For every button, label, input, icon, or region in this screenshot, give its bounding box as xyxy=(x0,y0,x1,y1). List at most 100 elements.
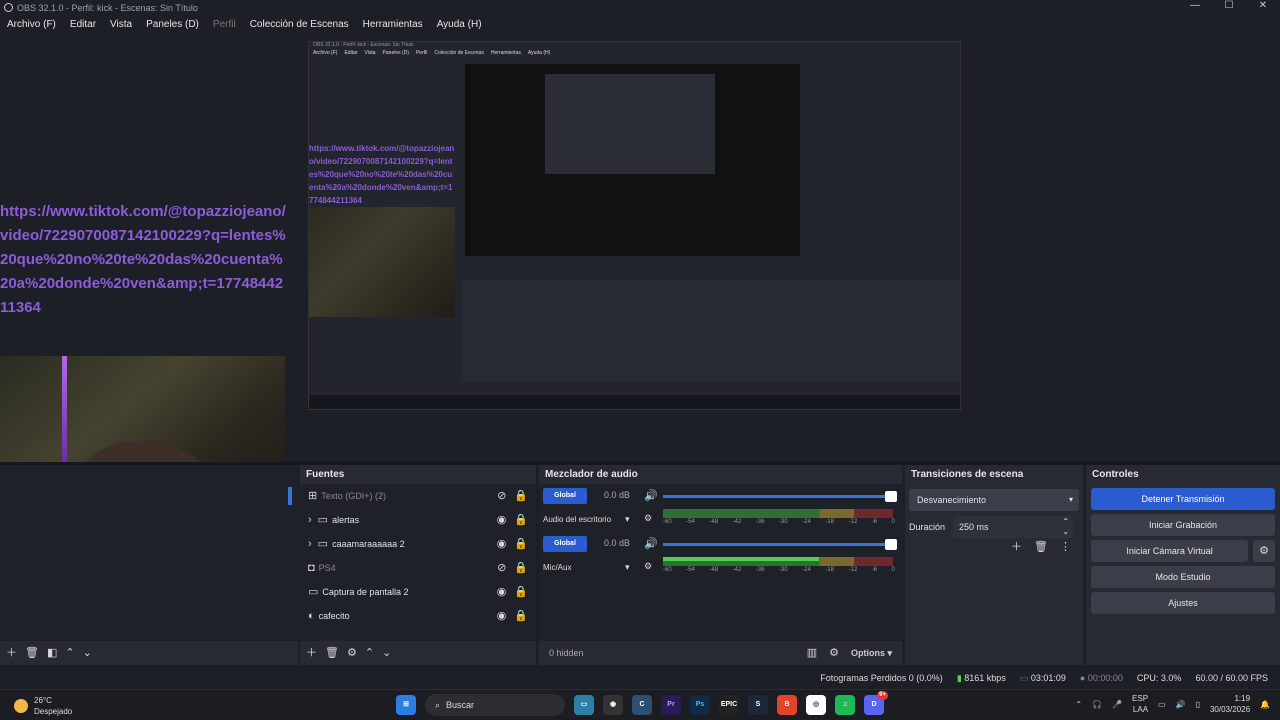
eye-icon[interactable]: ◉ xyxy=(497,514,507,526)
volume-icon[interactable]: 🔊 xyxy=(1176,700,1186,709)
notifications-icon[interactable]: 🔔 xyxy=(1260,700,1270,709)
photoshop-icon[interactable]: Ps xyxy=(690,695,710,715)
move-down-icon[interactable]: ⌄ xyxy=(382,647,391,659)
move-up-icon[interactable]: ⌃ xyxy=(365,647,374,659)
speaker-icon[interactable]: 🔊 xyxy=(644,539,658,550)
stop-stream-button[interactable]: Detener Transmisión xyxy=(1091,488,1275,510)
steam-icon[interactable]: S xyxy=(748,695,768,715)
eye-icon[interactable]: ◉ xyxy=(497,610,507,622)
transition-select[interactable]: Desvanecimiento ▾ xyxy=(909,489,1079,511)
volume-slider-handle[interactable] xyxy=(885,539,897,550)
source-item[interactable]: ⊞ Texto (GDI+) (2) ⊘ 🔒 xyxy=(300,484,536,508)
epic-games-icon[interactable]: EPIC xyxy=(719,695,739,715)
menu-archivo[interactable]: Archivo (F) xyxy=(7,19,56,30)
options-button[interactable]: Options ▾ xyxy=(851,648,892,659)
language-indicator[interactable]: ESP LAA xyxy=(1132,693,1148,715)
remove-transition-icon[interactable]: 🗑 xyxy=(1034,542,1048,553)
chevron-up-icon[interactable]: ⌃ xyxy=(1075,700,1082,709)
chevron-down-icon: ▾ xyxy=(1068,495,1073,504)
volume-slider[interactable] xyxy=(663,539,897,550)
menu-editar[interactable]: Editar xyxy=(70,19,96,30)
fps-status: 60.00 / 60.00 FPS xyxy=(1195,673,1268,683)
start-recording-button[interactable]: Iniciar Grabación xyxy=(1091,514,1275,536)
network-icon[interactable]: ▭ xyxy=(1158,700,1166,709)
cursor-app-icon[interactable]: C xyxy=(632,695,652,715)
monitor-icon: ▭ xyxy=(308,585,319,598)
controls-dock: Controles Detener Transmisión Iniciar Gr… xyxy=(1086,465,1280,665)
lock-icon[interactable]: 🔒 xyxy=(514,538,528,550)
channel-settings-icon[interactable]: ⚙ xyxy=(644,514,652,523)
settings-button[interactable]: Ajustes xyxy=(1091,592,1275,614)
headset-icon[interactable]: 🎧 xyxy=(1092,700,1102,709)
spin-down-icon[interactable]: ⌄ xyxy=(1062,521,1069,543)
transitions-body: Desvanecimiento ▾ Duración 250 ms ⌃ ⌄ ＋ … xyxy=(905,484,1083,641)
eye-icon[interactable]: ◉ xyxy=(497,538,507,550)
close-icon[interactable]: ✕ xyxy=(1246,0,1280,11)
scene-filters-icon[interactable]: ◧ xyxy=(47,647,57,659)
source-item[interactable]: › ▭ alertas ◉ 🔒 xyxy=(300,508,536,532)
studio-mode-button[interactable]: Modo Estudio xyxy=(1091,566,1275,588)
search-icon: ⌕ xyxy=(435,700,441,710)
menu-vista[interactable]: Vista xyxy=(110,19,132,30)
chrome-icon[interactable]: ◎ xyxy=(806,695,826,715)
battery-icon[interactable]: ▯ xyxy=(1196,700,1200,709)
lock-icon[interactable]: 🔒 xyxy=(514,562,528,574)
add-scene-icon[interactable]: ＋ xyxy=(6,647,17,659)
remove-source-icon[interactable]: 🗑 xyxy=(325,647,339,659)
duration-spinbox[interactable]: 250 ms ⌃ ⌄ xyxy=(953,516,1074,538)
advanced-audio-icon[interactable]: ⚙ xyxy=(829,647,839,659)
lock-icon[interactable]: 🔒 xyxy=(514,514,528,526)
weather-widget[interactable]: 26°C Despejado xyxy=(14,695,72,717)
obs-app-icon[interactable]: ◉ xyxy=(603,695,623,715)
source-item[interactable]: ▭ Captura de pantalla 2 ◉ 🔒 xyxy=(300,580,536,604)
menu-ayuda[interactable]: Ayuda (H) xyxy=(437,19,482,30)
speaker-icon[interactable]: 🔊 xyxy=(644,491,658,502)
source-settings-icon[interactable]: ⚙ xyxy=(347,647,357,659)
menu-paneles[interactable]: Paneles (D) xyxy=(146,19,199,30)
menu-bar: Archivo (F) Editar Vista Paneles (D) Per… xyxy=(0,15,1280,34)
discord-icon[interactable]: D 9+ xyxy=(864,691,888,715)
virtual-camera-settings-button[interactable]: ⚙ xyxy=(1253,540,1275,562)
brave-icon[interactable]: B xyxy=(777,695,797,715)
source-item[interactable]: ◘ PS4 ⊘ 🔒 xyxy=(300,556,536,580)
lock-icon[interactable]: 🔒 xyxy=(514,586,528,598)
volume-slider-handle[interactable] xyxy=(885,491,897,502)
lock-icon[interactable]: 🔒 xyxy=(514,610,528,622)
spotify-icon[interactable]: ♫ xyxy=(835,695,855,715)
clock[interactable]: 1:19 30/03/2026 xyxy=(1210,693,1250,715)
chevron-right-icon[interactable]: › xyxy=(308,538,312,550)
eye-hidden-icon[interactable]: ⊘ xyxy=(497,562,506,574)
eye-icon[interactable]: ◉ xyxy=(497,586,507,598)
microphone-icon[interactable]: 🎤 xyxy=(1112,700,1122,709)
more-options-icon[interactable]: ⋮ xyxy=(1060,542,1071,553)
channel-settings-icon[interactable]: ⚙ xyxy=(644,562,652,571)
monitor-app-icon[interactable]: ▭ xyxy=(574,695,594,715)
menu-perfil[interactable]: Perfil xyxy=(213,19,236,30)
remove-scene-icon[interactable]: 🗑 xyxy=(25,647,39,659)
global-badge[interactable]: Global xyxy=(543,536,587,552)
windows-start-icon[interactable]: ⊞ xyxy=(396,695,416,715)
source-item[interactable]: ◐ cafecito ◉ 🔒 xyxy=(300,604,536,628)
hidden-count: 0 hidden xyxy=(549,648,584,658)
minimize-icon[interactable]: — xyxy=(1178,0,1212,11)
premiere-icon[interactable]: Pr xyxy=(661,695,681,715)
layout-toggle-icon[interactable]: ▥ xyxy=(807,647,817,659)
taskbar-search[interactable]: ⌕ Buscar xyxy=(425,694,565,716)
menu-herramientas[interactable]: Herramientas xyxy=(363,19,423,30)
add-transition-icon[interactable]: ＋ xyxy=(1011,542,1022,553)
scenes-list[interactable] xyxy=(0,465,298,641)
move-down-icon[interactable]: ⌄ xyxy=(83,647,92,659)
maximize-icon[interactable]: ☐ xyxy=(1212,0,1246,11)
chevron-right-icon[interactable]: › xyxy=(308,514,312,526)
add-source-icon[interactable]: ＋ xyxy=(306,647,317,659)
move-up-icon[interactable]: ⌃ xyxy=(65,647,74,659)
source-item[interactable]: › ▭ caaamaraaaaaa 2 ◉ 🔒 xyxy=(300,532,536,556)
start-virtual-camera-button[interactable]: Iniciar Cámara Virtual xyxy=(1091,540,1249,562)
lock-icon[interactable]: 🔒 xyxy=(514,490,528,502)
chevron-down-icon[interactable]: ▾ xyxy=(625,563,630,572)
eye-hidden-icon[interactable]: ⊘ xyxy=(497,490,506,502)
chevron-down-icon[interactable]: ▾ xyxy=(625,515,630,524)
menu-coleccion-escenas[interactable]: Colección de Escenas xyxy=(250,19,349,30)
global-badge[interactable]: Global xyxy=(543,488,587,504)
volume-slider[interactable] xyxy=(663,491,897,502)
